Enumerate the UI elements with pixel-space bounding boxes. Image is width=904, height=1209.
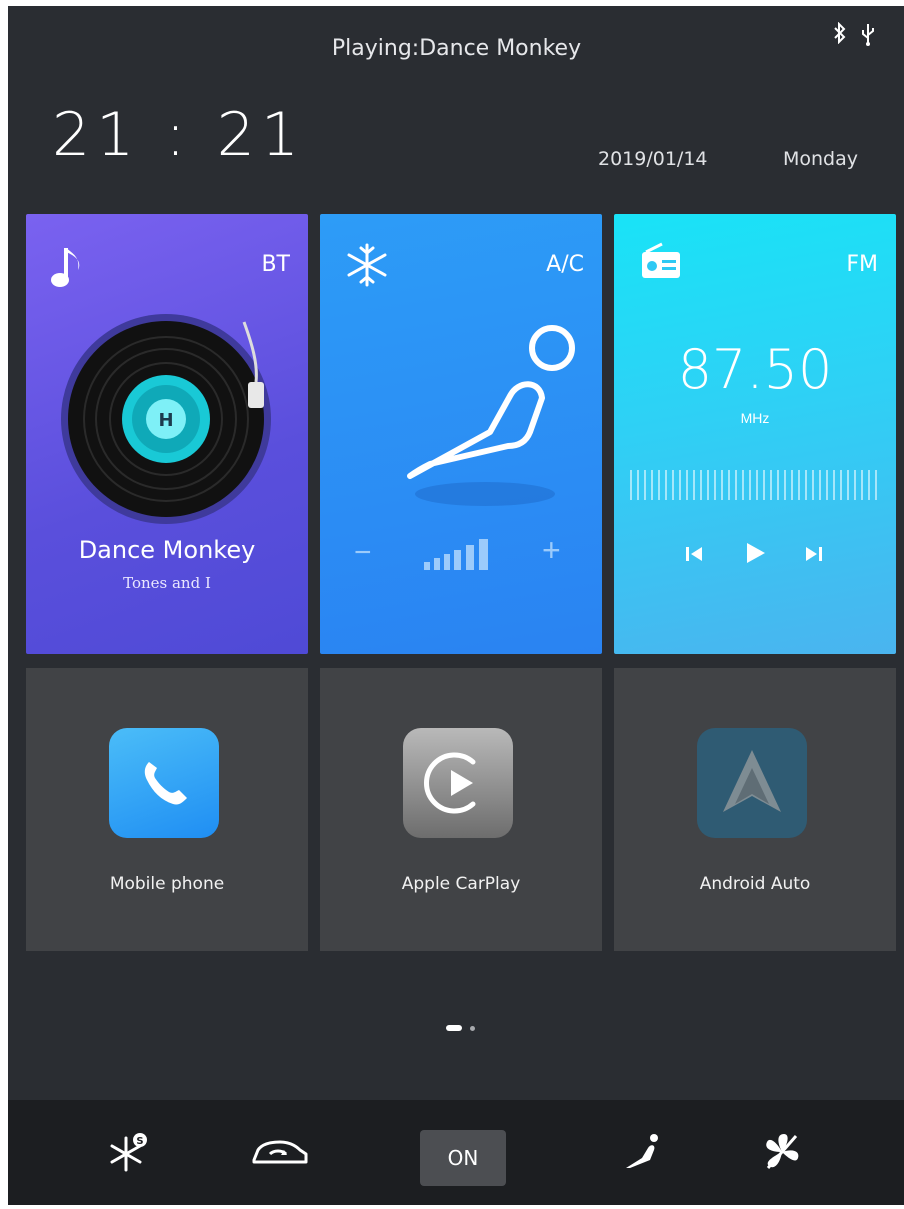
mobile-phone-label: Mobile phone [109, 874, 225, 894]
page-dot-active[interactable] [446, 1025, 462, 1031]
seat-heat-icon[interactable] [620, 1130, 664, 1174]
bt-tag: BT [261, 252, 290, 277]
next-station-icon[interactable] [802, 544, 824, 564]
tuning-scale[interactable] [630, 470, 880, 500]
android-auto-label: Android Auto [699, 874, 811, 894]
now-playing-title: Playing:Dance Monkey [331, 36, 582, 61]
clock-time: 21 : 21 [52, 100, 306, 170]
music-note-icon [51, 248, 80, 287]
radio-card[interactable]: FM 87.50 MHz [614, 214, 896, 654]
date-label: 2019/01/14 [598, 148, 708, 170]
page-indicator[interactable] [446, 1025, 475, 1031]
page-dot[interactable] [470, 1025, 475, 1031]
status-icons [833, 22, 875, 46]
android-auto-tile[interactable]: Android Auto [614, 668, 896, 951]
bluetooth-music-card[interactable]: BT H Dance Monkey Tones and I [26, 214, 308, 654]
snowflake-icon [347, 243, 387, 287]
apple-carplay-tile[interactable]: Apple CarPlay [320, 668, 602, 951]
temp-increase-button[interactable]: + [542, 532, 561, 569]
frequency-display: 87.50 [677, 338, 833, 401]
android-auto-icon [697, 728, 807, 838]
usb-icon [862, 24, 874, 46]
fan-level-indicator [424, 539, 488, 570]
previous-station-icon[interactable] [684, 544, 706, 564]
svg-text:H: H [158, 410, 173, 431]
play-icon[interactable] [742, 540, 768, 566]
song-artist: Tones and I [123, 574, 211, 592]
vinyl-record-image: H [61, 314, 271, 524]
head-unit-screen: Playing:Dance Monkey 21 : 21 2019/01/14 … [8, 6, 904, 1205]
weekday-label: Monday [783, 148, 859, 170]
song-title: Dance Monkey [78, 536, 256, 564]
frequency-unit: MHz [740, 410, 770, 426]
radio-icon [642, 242, 680, 278]
ac-on-button[interactable]: ON [420, 1130, 506, 1186]
bluetooth-icon [834, 22, 846, 44]
phone-icon [109, 728, 219, 838]
defrost-icon[interactable]: S [108, 1130, 152, 1174]
carplay-icon [403, 728, 513, 838]
car-recirculation-icon[interactable] [248, 1136, 312, 1170]
ac-tag: A/C [546, 252, 584, 277]
climate-card[interactable]: A/C − + [320, 214, 602, 654]
mobile-phone-tile[interactable]: Mobile phone [26, 668, 308, 951]
svg-text:S: S [136, 1136, 143, 1147]
fan-off-icon[interactable] [760, 1130, 804, 1174]
seat-illustration [407, 325, 575, 506]
fm-tag: FM [846, 252, 878, 277]
temp-decrease-button[interactable]: − [354, 536, 372, 570]
apple-carplay-label: Apple CarPlay [401, 874, 521, 894]
